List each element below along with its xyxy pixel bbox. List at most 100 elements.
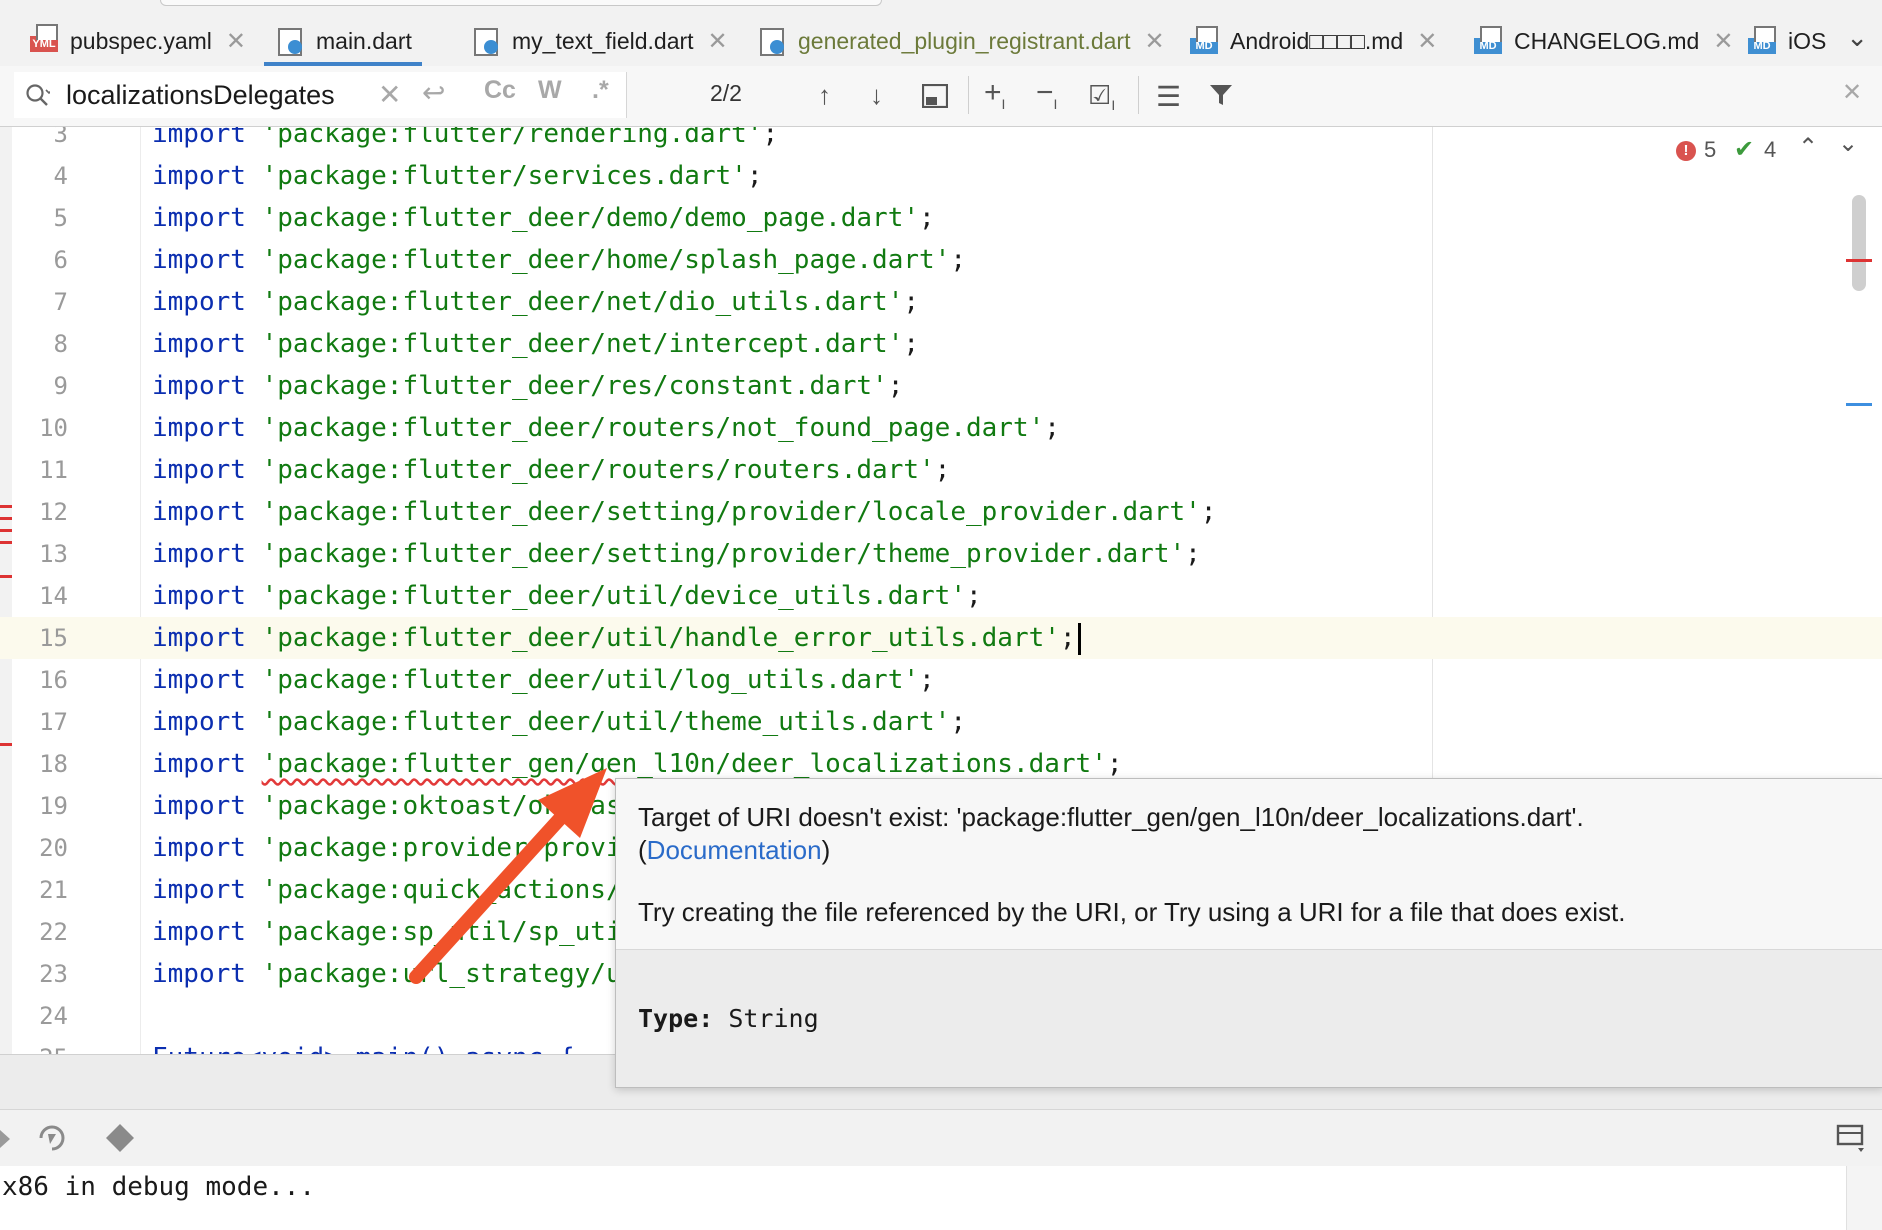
tab-ios[interactable]: MD iOS xyxy=(1748,16,1826,66)
semicolon: ; xyxy=(903,287,920,317)
find-query-text: localizationsDelegates xyxy=(66,80,335,110)
warning-count[interactable]: 4 xyxy=(1764,137,1776,163)
code-text[interactable]: import 'package:flutter_deer/setting/pro… xyxy=(152,491,1216,533)
regex-button[interactable]: .* xyxy=(592,76,609,105)
remove-occurrence-icon[interactable]: −I xyxy=(1036,76,1057,112)
code-text[interactable]: import 'package:flutter_deer/util/log_ut… xyxy=(152,659,935,701)
close-icon[interactable]: ✕ xyxy=(226,27,246,56)
previous-highlight-icon[interactable]: ⌃ xyxy=(1798,133,1818,162)
search-stripe-mark[interactable] xyxy=(1846,403,1872,406)
code-text[interactable]: import 'package:flutter/services.dart'; xyxy=(152,155,763,197)
close-icon[interactable]: ✕ xyxy=(708,27,728,56)
filter-icon[interactable] xyxy=(1208,82,1234,108)
code-line[interactable]: 7 import 'package:flutter_deer/net/dio_ut… xyxy=(0,281,1882,323)
tab-label: generated_plugin_registrant.dart xyxy=(798,27,1131,54)
line-number: 22 xyxy=(39,918,68,946)
code-text[interactable]: import 'package:flutter_deer/routers/not… xyxy=(152,407,1060,449)
line-number: 24 xyxy=(39,1002,68,1030)
filter-lines-icon[interactable]: ☰ xyxy=(1156,80,1181,113)
words-button[interactable]: W xyxy=(538,76,562,105)
string-literal: 'package:flutter_deer/setting/provider/t… xyxy=(261,539,1186,569)
code-text[interactable]: import 'package:flutter/rendering.dart'; xyxy=(152,127,778,155)
line-number: 7 xyxy=(53,288,68,316)
select-all-occurrences-icon[interactable]: ☑I xyxy=(1088,80,1115,113)
code-line[interactable]: 16 import 'package:flutter_deer/util/log_… xyxy=(0,659,1882,701)
tab-changelog-md[interactable]: MD CHANGELOG.md ✕ xyxy=(1474,16,1733,66)
console-scrollbar[interactable] xyxy=(1846,1166,1882,1230)
tab-my-text-field-dart[interactable]: my_text_field.dart ✕ xyxy=(472,16,728,66)
add-occurrence-icon[interactable]: +I xyxy=(984,76,1005,112)
line-number: 16 xyxy=(39,666,68,694)
vertical-scrollbar[interactable] xyxy=(1852,195,1866,291)
code-line[interactable]: 9 import 'package:flutter_deer/res/consta… xyxy=(0,365,1882,407)
code-text[interactable]: import 'package:flutter_deer/setting/pro… xyxy=(152,533,1201,575)
tab-generated-plugin-registrant[interactable]: generated_plugin_registrant.dart ✕ xyxy=(758,16,1165,66)
type-value: String xyxy=(728,1004,819,1033)
keyword: import xyxy=(152,623,246,653)
code-line[interactable]: 11 import 'package:flutter_deer/routers/r… xyxy=(0,449,1882,491)
code-line[interactable]: 4 import 'package:flutter/services.dart'; xyxy=(0,155,1882,197)
code-text[interactable]: import 'package:flutter_deer/home/splash… xyxy=(152,239,966,281)
chevron-down-icon[interactable]: ⌄ xyxy=(1846,22,1868,53)
string-literal: 'package:flutter_deer/res/constant.dart' xyxy=(261,371,888,401)
code-line[interactable]: 14 import 'package:flutter_deer/util/devi… xyxy=(0,575,1882,617)
code-text[interactable]: import 'package:flutter_deer/net/dio_uti… xyxy=(152,281,919,323)
string-literal: 'package:flutter/services.dart' xyxy=(261,161,747,191)
string-literal: 'package:flutter_deer/util/log_utils.dar… xyxy=(261,665,920,695)
tab-main-dart[interactable]: main.dart xyxy=(264,16,422,66)
open-in-window-icon[interactable] xyxy=(922,84,948,108)
match-case-button[interactable]: Cc xyxy=(484,76,516,105)
tab-android-md[interactable]: MD Android□□□□.md ✕ xyxy=(1190,16,1437,66)
close-icon[interactable]: ✕ xyxy=(1417,27,1437,56)
code-text[interactable]: import 'package:flutter_deer/util/device… xyxy=(152,575,982,617)
find-input[interactable]: localizationsDelegates ✕ ↩ xyxy=(14,72,627,118)
tab-label: main.dart xyxy=(316,27,412,54)
code-line[interactable]: 10 import 'package:flutter_deer/routers/n… xyxy=(0,407,1882,449)
open-paren: ( xyxy=(638,835,647,865)
hot-reload-icon[interactable] xyxy=(36,1122,68,1154)
code-text[interactable]: import 'package:flutter_deer/util/theme_… xyxy=(152,701,966,743)
code-text[interactable]: import 'package:flutter_deer/routers/rou… xyxy=(152,449,950,491)
code-text[interactable]: import 'package:flutter_deer/util/handle… xyxy=(152,617,1081,659)
code-line[interactable]: 13 import 'package:flutter_deer/setting/p… xyxy=(0,533,1882,575)
new-line-icon[interactable]: ↩ xyxy=(422,76,445,109)
semicolon: ; xyxy=(1059,623,1076,653)
arrow-up-icon[interactable]: ↑ xyxy=(818,80,831,111)
code-line[interactable]: 3 import 'package:flutter/rendering.dart'… xyxy=(0,127,1882,155)
run-icon[interactable] xyxy=(0,1126,12,1152)
warning-check-icon[interactable]: ✔ xyxy=(1734,135,1754,164)
code-line[interactable]: 6 import 'package:flutter_deer/home/splas… xyxy=(0,239,1882,281)
editor-tab-bar: YML pubspec.yaml ✕ main.dart my_text_fie… xyxy=(0,0,1882,67)
flutter-devtools-icon[interactable] xyxy=(104,1122,136,1154)
error-count[interactable]: 5 xyxy=(1704,137,1716,163)
code-line[interactable]: 17 import 'package:flutter_deer/util/them… xyxy=(0,701,1882,743)
error-stripe-mark[interactable] xyxy=(1846,259,1872,262)
code-line[interactable]: 8 import 'package:flutter_deer/net/interc… xyxy=(0,323,1882,365)
string-literal: 'package:flutter_deer/setting/provider/l… xyxy=(261,497,1201,527)
error-message: Target of URI doesn't exist: 'package:fl… xyxy=(638,802,1584,832)
close-find-icon[interactable]: ✕ xyxy=(1842,78,1862,107)
code-line[interactable]: 5 import 'package:flutter_deer/demo/demo_… xyxy=(0,197,1882,239)
arrow-down-icon[interactable]: ↓ xyxy=(870,80,883,111)
console-output[interactable]: x86 in debug mode... xyxy=(0,1166,1846,1230)
close-icon[interactable]: ✕ xyxy=(1144,27,1164,56)
error-string-literal: 'package:flutter_gen/gen_l10n/deer_local… xyxy=(261,749,1107,779)
error-icon[interactable]: ! xyxy=(1676,141,1696,161)
code-text[interactable]: import 'package:flutter_deer/net/interce… xyxy=(152,323,919,365)
semicolon: ; xyxy=(1106,749,1123,779)
keyword: import xyxy=(152,833,246,863)
search-icon[interactable] xyxy=(24,82,50,108)
close-icon[interactable]: ✕ xyxy=(1713,27,1733,56)
clear-icon[interactable]: ✕ xyxy=(378,78,401,111)
code-text[interactable]: import 'package:flutter_deer/demo/demo_p… xyxy=(152,197,935,239)
next-highlight-icon[interactable]: ⌄ xyxy=(1838,129,1858,158)
line-number: 8 xyxy=(53,330,68,358)
keyword: import xyxy=(152,497,246,527)
layout-menu-icon[interactable] xyxy=(1836,1124,1868,1154)
code-text[interactable]: Future<void> main() async { xyxy=(152,1037,575,1054)
code-text[interactable]: import 'package:flutter_deer/res/constan… xyxy=(152,365,903,407)
code-line[interactable]: 12 import 'package:flutter_deer/setting/p… xyxy=(0,491,1882,533)
tab-pubspec-yaml[interactable]: YML pubspec.yaml ✕ xyxy=(30,16,246,66)
documentation-link[interactable]: Documentation xyxy=(647,835,822,865)
code-line[interactable]: 15 import 'package:flutter_deer/util/hand… xyxy=(0,617,1882,659)
